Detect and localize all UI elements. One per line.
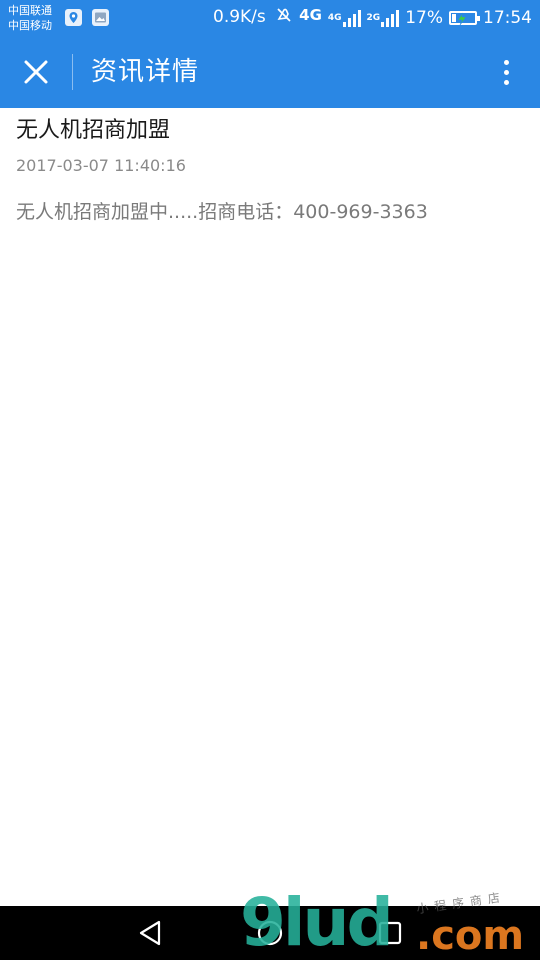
- carrier-names: 中国联通 中国移动: [8, 3, 52, 33]
- article-title: 无人机招商加盟: [16, 118, 171, 143]
- carrier-2: 中国移动: [8, 19, 52, 32]
- navigation-bar: [0, 906, 540, 960]
- nav-home-button[interactable]: [256, 919, 284, 947]
- status-bar: 中国联通 中国移动 0.9K/s 4G 4G 2G 17% 17:54: [0, 0, 540, 36]
- close-icon: [24, 60, 48, 84]
- network-speed: 0.9K/s: [213, 7, 266, 27]
- battery-percent: 17%: [405, 7, 443, 28]
- mute-icon: [275, 6, 293, 29]
- close-button[interactable]: [16, 52, 56, 92]
- nav-recents-button[interactable]: [376, 919, 404, 947]
- back-triangle-icon: [139, 920, 161, 946]
- article-body: 无人机招商加盟中.....招商电话：400-969-3363: [16, 201, 428, 223]
- home-circle-icon: [257, 920, 283, 946]
- more-vertical-icon: [503, 59, 509, 65]
- app-bar-divider: [72, 54, 73, 90]
- signal-icon-2: 2G: [367, 9, 400, 27]
- article-date: 2017-03-07 11:40:16: [16, 156, 186, 175]
- nav-back-button[interactable]: [136, 919, 164, 947]
- location-app-icon: [65, 9, 82, 26]
- more-options-button[interactable]: [492, 52, 520, 92]
- network-type-4g-small: 4G: [327, 12, 342, 23]
- signal-icon: 4G: [328, 9, 361, 27]
- clock: 17:54: [483, 7, 532, 28]
- page-title: 资讯详情: [91, 57, 200, 87]
- recents-square-icon: [378, 921, 402, 945]
- status-right-group: 4G 4G 2G 17% 17:54: [275, 6, 532, 29]
- network-type-4g: 4G: [299, 6, 322, 24]
- carrier-1: 中国联通: [8, 4, 52, 17]
- gallery-app-icon: [92, 9, 109, 26]
- network-type-2g-small: 2G: [366, 12, 381, 23]
- app-bar: 资讯详情: [0, 36, 540, 108]
- battery-charging-icon: [449, 10, 480, 25]
